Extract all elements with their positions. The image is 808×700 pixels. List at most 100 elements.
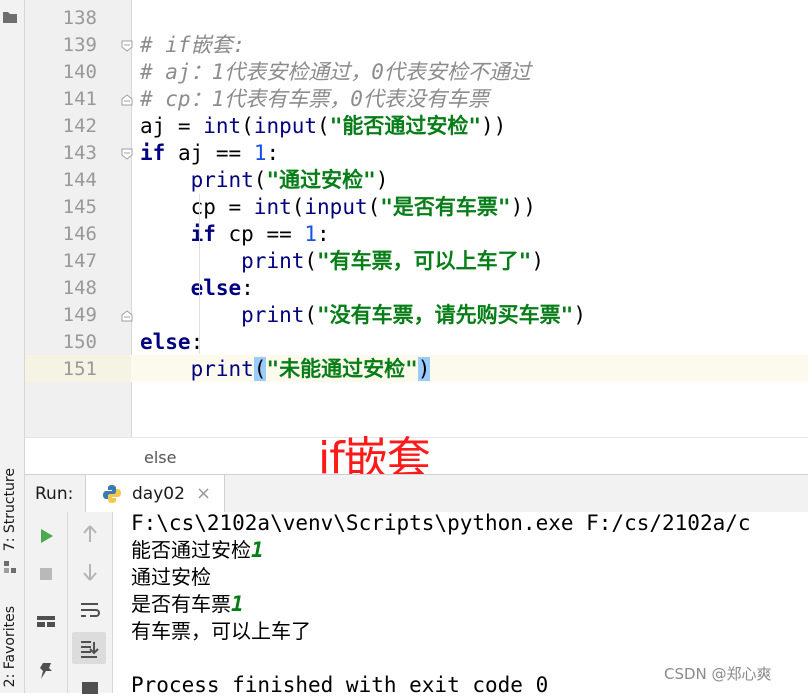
- code-token: :: [266, 141, 280, 165]
- code-token: print: [190, 168, 254, 192]
- structure-icon: [4, 561, 16, 573]
- console-text: 通过安检: [131, 565, 211, 589]
- code-token: cp ==: [215, 222, 305, 246]
- line-number: 144: [62, 169, 97, 191]
- code-token: int: [203, 114, 242, 138]
- arrow-up-icon[interactable]: [76, 520, 104, 548]
- line-number: 145: [62, 196, 97, 218]
- line-number: 151: [62, 358, 97, 380]
- code-token: "没有车票，请先购买车票": [317, 303, 574, 327]
- code-token: :: [317, 222, 330, 246]
- code-line[interactable]: if aj == 1:: [140, 140, 279, 167]
- line-number: 149: [62, 304, 97, 326]
- code-token: )): [510, 195, 536, 219]
- console-text: 是否有车票: [131, 592, 231, 616]
- console-text: 有车票，可以上车了: [131, 619, 311, 643]
- code-token: # cp：1代表有车票，0代表没有车票: [140, 87, 489, 111]
- code-token: "有车票，可以上车了": [317, 249, 532, 273]
- fold-icon[interactable]: [121, 40, 133, 52]
- matched-brace: ): [417, 357, 431, 381]
- line-number: 146: [62, 223, 97, 245]
- code-line[interactable]: # cp：1代表有车票，0代表没有车票: [140, 86, 489, 113]
- code-token: aj =: [140, 114, 204, 138]
- watermark: CSDN @郑心爽: [664, 665, 772, 683]
- code-line[interactable]: print("未能通过安检"): [140, 356, 431, 383]
- console-line: 是否有车票1: [131, 591, 244, 618]
- stop-icon[interactable]: [32, 560, 60, 588]
- pin-icon[interactable]: [32, 657, 60, 685]
- code-token: ): [573, 303, 586, 327]
- scroll-to-end-icon: [81, 641, 99, 658]
- scroll-to-end-button[interactable]: [72, 632, 106, 664]
- line-number: 142: [62, 115, 97, 137]
- line-number: 147: [62, 250, 97, 272]
- code-token: 1: [253, 141, 267, 165]
- console-text: F:\cs\2102a\venv\Scripts\python.exe F:/c…: [131, 511, 751, 535]
- code-token: input: [253, 114, 318, 138]
- code-token: (: [367, 195, 381, 219]
- code-line[interactable]: else:: [140, 329, 203, 356]
- run-tab-day02[interactable]: day02 ×: [85, 475, 225, 513]
- console-user-input: 1: [231, 592, 244, 616]
- console-text: Process finished with exit code 0: [131, 673, 549, 697]
- code-token: # if嵌套:: [140, 33, 246, 57]
- breadcrumb-item[interactable]: else: [144, 448, 176, 467]
- layout-icon[interactable]: [32, 608, 60, 636]
- code-line[interactable]: # if嵌套:: [140, 32, 245, 59]
- structure-side-tab[interactable]: 7: Structure: [2, 468, 18, 551]
- favorites-side-tab[interactable]: 2: Favorites: [2, 606, 18, 687]
- print-icon[interactable]: [76, 672, 104, 700]
- fold-icon[interactable]: [121, 94, 133, 106]
- console-user-input: 1: [251, 538, 264, 562]
- code-line[interactable]: else:: [140, 275, 254, 302]
- fold-icon[interactable]: [121, 310, 133, 322]
- code-token: "通过安检": [266, 168, 376, 192]
- close-icon[interactable]: ×: [196, 483, 211, 504]
- folder-icon[interactable]: [2, 10, 18, 24]
- run-tab-label: day02: [132, 484, 185, 504]
- code-line[interactable]: print("有车票，可以上车了"): [140, 248, 544, 275]
- run-toolbar-primary: [25, 512, 68, 693]
- code-token: )): [480, 114, 507, 138]
- code-line[interactable]: # aj：1代表安检通过，0代表安检不通过: [140, 59, 531, 86]
- console-line: 通过安检: [131, 564, 211, 591]
- code-line[interactable]: if cp == 1:: [140, 221, 330, 248]
- line-number: 139: [62, 34, 97, 56]
- code-token: ): [375, 168, 389, 192]
- indent-guide: [199, 194, 200, 354]
- run-label: Run:: [35, 484, 74, 504]
- line-number: 141: [62, 88, 97, 110]
- code-token: (: [291, 195, 305, 219]
- code-token: input: [304, 195, 368, 219]
- fold-icon[interactable]: [121, 148, 133, 160]
- code-token: "是否有车票": [380, 195, 511, 219]
- code-token: # aj：1代表安检通过，0代表安检不通过: [140, 60, 531, 84]
- console-line: 有车票，可以上车了: [131, 618, 311, 645]
- arrow-down-icon[interactable]: [76, 558, 104, 586]
- run-icon[interactable]: [32, 522, 60, 550]
- line-number: 150: [62, 331, 97, 353]
- code-token: else: [140, 330, 191, 354]
- run-toolbar-secondary: [68, 512, 113, 694]
- code-token: (: [241, 114, 254, 138]
- code-token: int: [253, 195, 292, 219]
- code-token: :: [190, 330, 204, 354]
- code-line[interactable]: print("没有车票，请先购买车票"): [140, 302, 586, 329]
- code-line[interactable]: print("通过安检"): [140, 167, 389, 194]
- code-token: print: [190, 357, 254, 381]
- line-number: 143: [62, 142, 97, 164]
- code-token: (: [304, 303, 318, 327]
- soft-wrap-icon[interactable]: [76, 596, 104, 624]
- python-icon: [103, 485, 121, 503]
- code-token: if: [140, 141, 166, 165]
- matched-brace: (: [253, 357, 267, 381]
- code-line[interactable]: aj = int(input("能否通过安检")): [140, 113, 506, 140]
- code-token: ): [531, 249, 544, 273]
- console-line: Process finished with exit code 0: [131, 672, 548, 699]
